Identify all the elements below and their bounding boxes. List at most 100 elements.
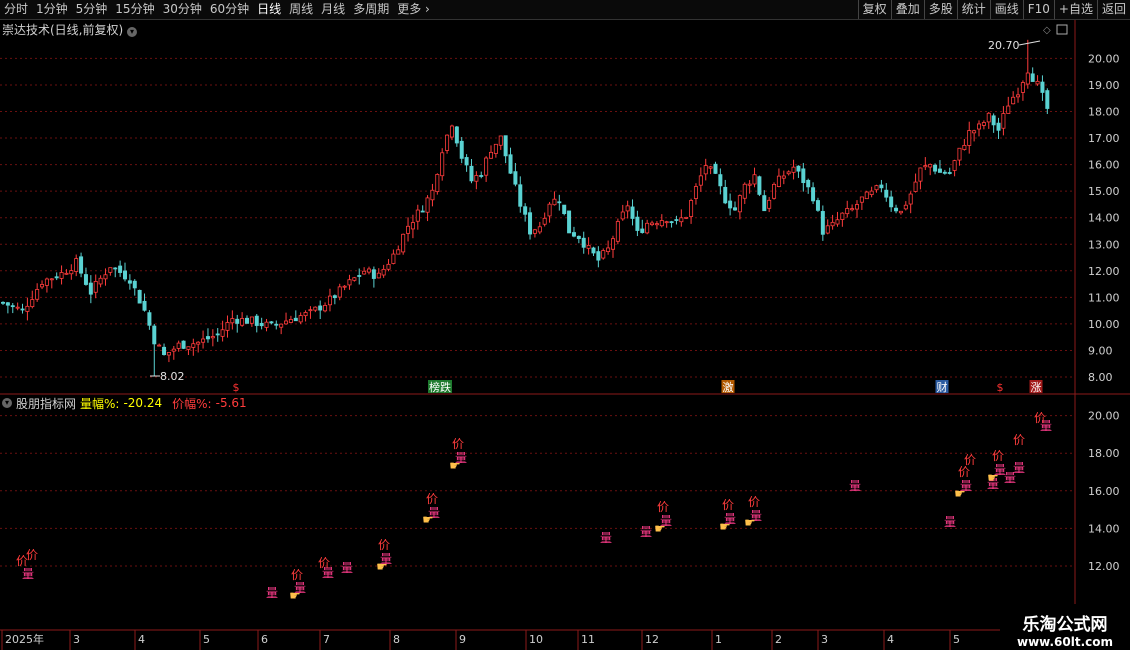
- candle-body: [259, 322, 264, 327]
- tab-5[interactable]: 60分钟: [206, 0, 253, 19]
- candle-body: [230, 318, 235, 324]
- event-mark[interactable]: 涨: [1031, 381, 1042, 394]
- candle-body: [693, 186, 698, 199]
- candle-body: [889, 196, 894, 208]
- volume-mark: 量: [22, 567, 34, 581]
- volume-mark: 量: [322, 566, 334, 580]
- tab-7[interactable]: 周线: [285, 0, 317, 19]
- candle-body: [1040, 81, 1045, 93]
- tool-button-6[interactable]: +自选: [1053, 0, 1097, 19]
- tool-button-1[interactable]: 叠加: [890, 0, 924, 19]
- candle-body: [913, 181, 918, 192]
- candles: [0, 39, 1050, 377]
- candle-body: [118, 265, 123, 273]
- candle-body: [571, 232, 576, 237]
- tab-10[interactable]: 更多 ›: [393, 0, 434, 19]
- tab-4[interactable]: 30分钟: [159, 0, 206, 19]
- candle-body: [898, 210, 903, 214]
- candle-body: [264, 321, 269, 328]
- candle-body: [54, 276, 59, 279]
- tool-button-3[interactable]: 统计: [956, 0, 990, 19]
- tab-8[interactable]: 月线: [317, 0, 349, 19]
- candle-body: [825, 225, 830, 234]
- month-label: 5: [953, 633, 960, 646]
- candle-body: [772, 183, 777, 199]
- candle-body: [820, 211, 825, 235]
- price-mark: 价: [291, 568, 303, 582]
- event-mark[interactable]: 财: [937, 380, 948, 394]
- stock-title: 崇达技术(日线,前复权): [2, 23, 124, 37]
- tool-button-2[interactable]: 多股: [923, 0, 957, 19]
- candle-body: [35, 289, 40, 300]
- tool-button-5[interactable]: F10: [1022, 0, 1054, 19]
- candle-body: [49, 278, 54, 281]
- candle-body: [654, 223, 659, 226]
- candle-body: [430, 189, 435, 201]
- tab-1[interactable]: 1分钟: [32, 0, 72, 19]
- candle-body: [830, 221, 835, 227]
- candle-body: [1045, 90, 1050, 109]
- candle-body: [942, 171, 947, 174]
- candle-body: [108, 267, 113, 273]
- candle-body: [962, 145, 967, 150]
- tab-6[interactable]: 日线: [253, 0, 285, 19]
- candle-body: [15, 306, 20, 309]
- candle-body: [781, 175, 786, 179]
- price-tick: 8.00: [1088, 371, 1113, 384]
- price-tick: 11.00: [1088, 291, 1120, 304]
- chevron-down-icon[interactable]: ▾: [2, 398, 12, 408]
- candle-body: [718, 174, 723, 187]
- volume-mark: 量: [640, 525, 652, 539]
- price-tick: 9.00: [1088, 344, 1113, 357]
- hand-pointer-icon: ☛: [289, 589, 301, 604]
- event-badge[interactable]: [721, 380, 735, 393]
- price-mark: 价: [16, 554, 28, 568]
- watermark: 乐淘公式网 www.60lt.com: [1000, 604, 1130, 650]
- event-badge[interactable]: [428, 380, 452, 393]
- event-badge[interactable]: [935, 380, 949, 393]
- candle-body: [503, 135, 508, 157]
- candle-body: [947, 172, 952, 174]
- candle-body: [1001, 113, 1006, 129]
- candle-body: [357, 275, 362, 277]
- candle-body: [362, 270, 367, 275]
- volume-mark: 量: [455, 451, 467, 465]
- candle-body: [274, 323, 279, 326]
- price-tick: 14.00: [1088, 212, 1120, 225]
- event-mark[interactable]: $: [233, 381, 240, 394]
- candle-body: [10, 305, 15, 308]
- month-label: 5: [203, 633, 210, 646]
- indicator-marks: 量价价量 量价 量价 量量价量价量价量 量量价量价量价量量量价价量量价量量价量价☛☛☛☛…: [16, 411, 1052, 604]
- month-label: 4: [138, 633, 145, 646]
- candle-body: [728, 200, 733, 209]
- event-badge[interactable]: [1029, 380, 1043, 393]
- tab-3[interactable]: 15分钟: [111, 0, 158, 19]
- chevron-down-icon[interactable]: ▾: [127, 27, 138, 37]
- window-icon[interactable]: [1056, 24, 1068, 35]
- candle-body: [933, 164, 938, 172]
- tab-9[interactable]: 多周期: [349, 0, 393, 19]
- tab-2[interactable]: 5分钟: [72, 0, 112, 19]
- candle-body: [1020, 82, 1025, 93]
- candle-body: [103, 274, 108, 280]
- price-mark: 价: [722, 498, 734, 512]
- candle-body: [469, 165, 474, 182]
- candle-body: [284, 320, 289, 325]
- tool-button-0[interactable]: 复权: [857, 0, 891, 19]
- candle-body: [484, 157, 489, 176]
- tool-button-4[interactable]: 画线: [989, 0, 1023, 19]
- event-mark[interactable]: $: [997, 381, 1004, 394]
- tool-button-7[interactable]: 返回: [1096, 0, 1130, 19]
- candle-body: [366, 268, 371, 273]
- candle-body: [806, 179, 811, 188]
- tab-0[interactable]: 分时: [0, 0, 32, 19]
- event-mark[interactable]: 激: [723, 380, 734, 394]
- event-mark[interactable]: 榜跌: [429, 380, 451, 394]
- candle-body: [59, 272, 64, 279]
- candle-body: [215, 333, 220, 336]
- candle-body: [791, 166, 796, 173]
- candle-body: [40, 284, 45, 288]
- volume-mark: 量: [987, 477, 999, 491]
- candle-body: [162, 346, 167, 356]
- candle-body: [79, 256, 84, 274]
